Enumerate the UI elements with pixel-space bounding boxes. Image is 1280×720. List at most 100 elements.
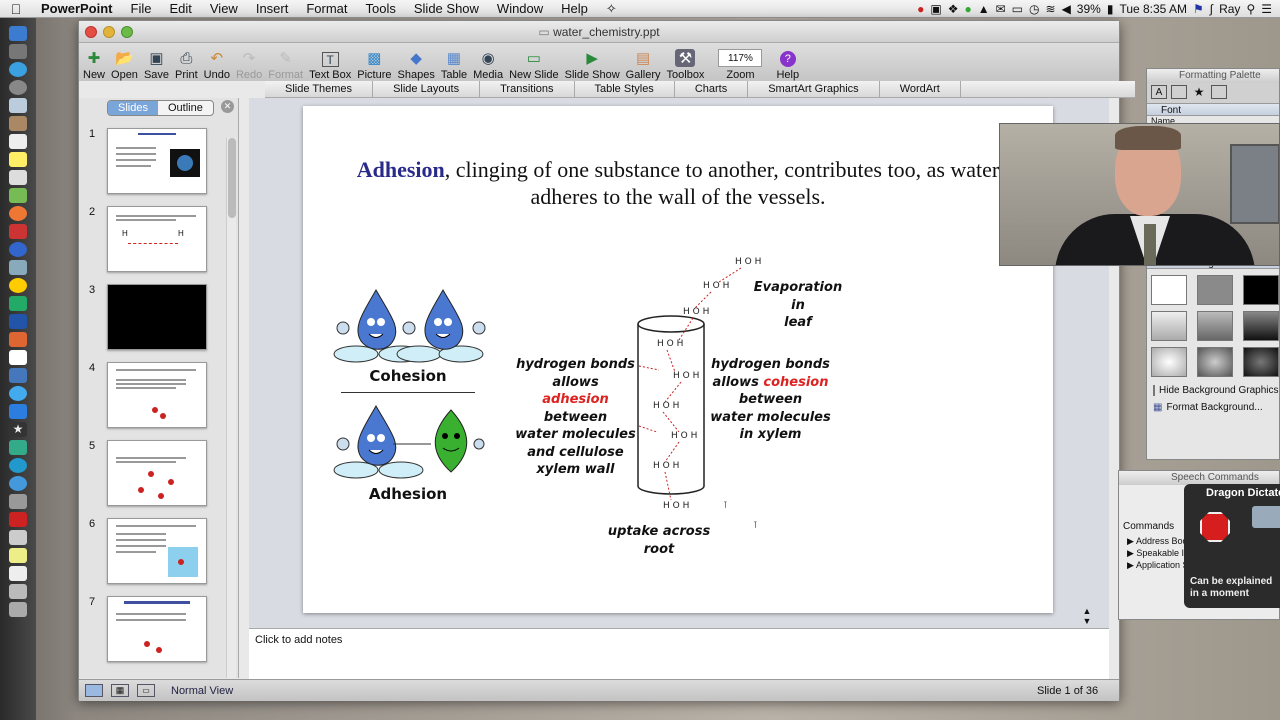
utility-icon[interactable] [9,494,27,509]
battery-icon[interactable]: ▮ [1107,2,1114,16]
tab-smartart[interactable]: SmartArt Graphics [748,81,880,97]
tab-outline[interactable]: Outline [158,101,213,115]
powerpoint-icon[interactable] [9,332,27,347]
menu-app[interactable]: PowerPoint [32,1,122,16]
bg-swatch-radial-mid[interactable] [1197,347,1233,377]
tab-wordart[interactable]: WordArt [880,81,961,97]
network-icon[interactable] [9,476,27,491]
bg-swatch-radial-light[interactable] [1151,347,1187,377]
dropbox-dock-icon[interactable] [9,404,27,419]
dictation-mode-icon[interactable] [1252,506,1280,528]
textedit-icon[interactable] [9,350,27,365]
excel-icon[interactable] [9,296,27,311]
menu-slide-show[interactable]: Slide Show [405,1,488,16]
trash-icon[interactable] [9,602,27,617]
mail-icon[interactable]: ✉ [996,2,1006,16]
bg-swatch-mid-gradient[interactable] [1197,311,1233,341]
dropbox-icon[interactable]: ❖ [948,2,959,16]
zoom-select[interactable]: 117% [718,49,763,67]
menu-window[interactable]: Window [488,1,552,16]
word-icon[interactable] [9,314,27,329]
slide-thumbnail-2[interactable]: HH [107,206,207,272]
mail-app-icon[interactable] [9,98,27,113]
tab-charts[interactable]: Charts [675,81,749,97]
notification-icon[interactable]: ☰ [1261,2,1272,16]
photo-booth-icon[interactable] [9,512,27,527]
hide-background-option[interactable]: Hide Background Graphics [1147,383,1279,398]
new-button[interactable]: ✚ New [83,49,105,81]
notes-app-icon[interactable] [9,152,27,167]
thumbnails-scrollbar[interactable] [226,138,236,678]
battery-level[interactable]: 39% [1077,2,1101,16]
open-button[interactable]: 📂 Open [111,49,138,81]
tab-slide-layouts[interactable]: Slide Layouts [373,81,481,97]
bg-swatch-dark-gradient[interactable] [1243,311,1279,341]
star-app-icon[interactable]: ★ [9,422,27,437]
appstore-icon[interactable] [9,386,27,401]
zoom-control[interactable]: 117% Zoom [718,49,763,81]
save-button[interactable]: ▣ Save [144,49,169,81]
record-icon[interactable]: ● [917,2,924,16]
slide-thumbnail-6[interactable] [107,518,207,584]
slide-thumbnail-4[interactable] [107,362,207,428]
tab-slide-themes[interactable]: Slide Themes [265,81,374,97]
reminders-icon[interactable] [9,170,27,185]
display-icon[interactable]: ▭ [1012,2,1023,16]
slide-thumbnail-3[interactable] [107,284,207,350]
script-menu-icon[interactable]: ✧ [597,1,626,17]
firefox-icon[interactable] [9,206,27,221]
stage-scroll-arrows-icon[interactable]: ▲ ▼ [1081,606,1093,628]
format-background-button[interactable]: ▦ Format Background... [1147,398,1279,417]
menu-file[interactable]: File [122,1,161,16]
minimize-button[interactable] [103,26,115,38]
stop-microphone-icon[interactable] [1200,512,1230,542]
drive-app-icon[interactable] [9,440,27,455]
menu-view[interactable]: View [201,1,247,16]
notes-pane[interactable]: Click to add notes [249,628,1109,680]
bg-swatch-white[interactable] [1151,275,1187,305]
safari-icon[interactable] [9,62,27,77]
clock[interactable]: Tue 8:35 AM [1119,2,1187,16]
volume-icon[interactable]: ◀ [1062,2,1071,16]
finder-icon[interactable] [9,26,27,41]
new-slide-button[interactable]: ▭ New Slide [509,49,559,81]
bg-swatch-gray[interactable] [1197,275,1233,305]
print-button[interactable]: ⎙ Print [175,49,198,82]
slide-thumbnail-5[interactable] [107,440,207,506]
table-button[interactable]: ▦ Table [441,49,467,81]
redo-button[interactable]: ↷ Redo [236,49,262,81]
slide-thumbnail-1[interactable] [107,128,207,194]
chrome-icon[interactable] [9,278,27,293]
notes-placeholder[interactable]: Click to add notes [249,629,1109,651]
scrollbar-thumb[interactable] [228,138,236,218]
menu-edit[interactable]: Edit [160,1,200,16]
document-icon[interactable] [9,566,27,581]
slide-title[interactable]: Adhesion, clinging of one substance to a… [343,156,1013,210]
zoom-button[interactable] [121,26,133,38]
time-machine-icon[interactable]: ◷ [1029,2,1039,16]
palette-list-icon[interactable] [1211,85,1227,99]
drive-icon[interactable]: ▲ [978,2,990,16]
menu-help[interactable]: Help [552,1,597,16]
slide-show-button[interactable]: ▶ Slide Show [565,49,620,81]
menu-insert[interactable]: Insert [247,1,298,16]
spotlight-icon[interactable]: ⚲ [1246,2,1255,16]
bg-swatch-black[interactable] [1243,275,1279,305]
slide-thumbnail-7[interactable] [107,596,207,662]
format-painter-button[interactable]: ✎ Format [268,49,303,81]
slide-show-view-icon[interactable]: ▭ [137,684,155,697]
tab-slides[interactable]: Slides [108,101,158,115]
camera-icon[interactable]: ▣ [930,2,941,16]
flag-icon[interactable]: ⚑ [1193,2,1204,16]
calculator-icon[interactable] [9,530,27,545]
close-button[interactable] [85,26,97,38]
menu-format[interactable]: Format [297,1,356,16]
bg-swatch-light-gradient[interactable] [1151,311,1187,341]
stickies-icon[interactable] [9,548,27,563]
close-pane-icon[interactable]: ✕ [221,100,234,113]
itunes-icon[interactable] [9,242,27,257]
picture-button[interactable]: ▩ Picture [357,49,391,81]
text-tool-icon[interactable]: A [1151,85,1167,99]
undo-button[interactable]: ↶ Undo [204,49,230,81]
media-button[interactable]: ◉ Media [473,49,503,81]
